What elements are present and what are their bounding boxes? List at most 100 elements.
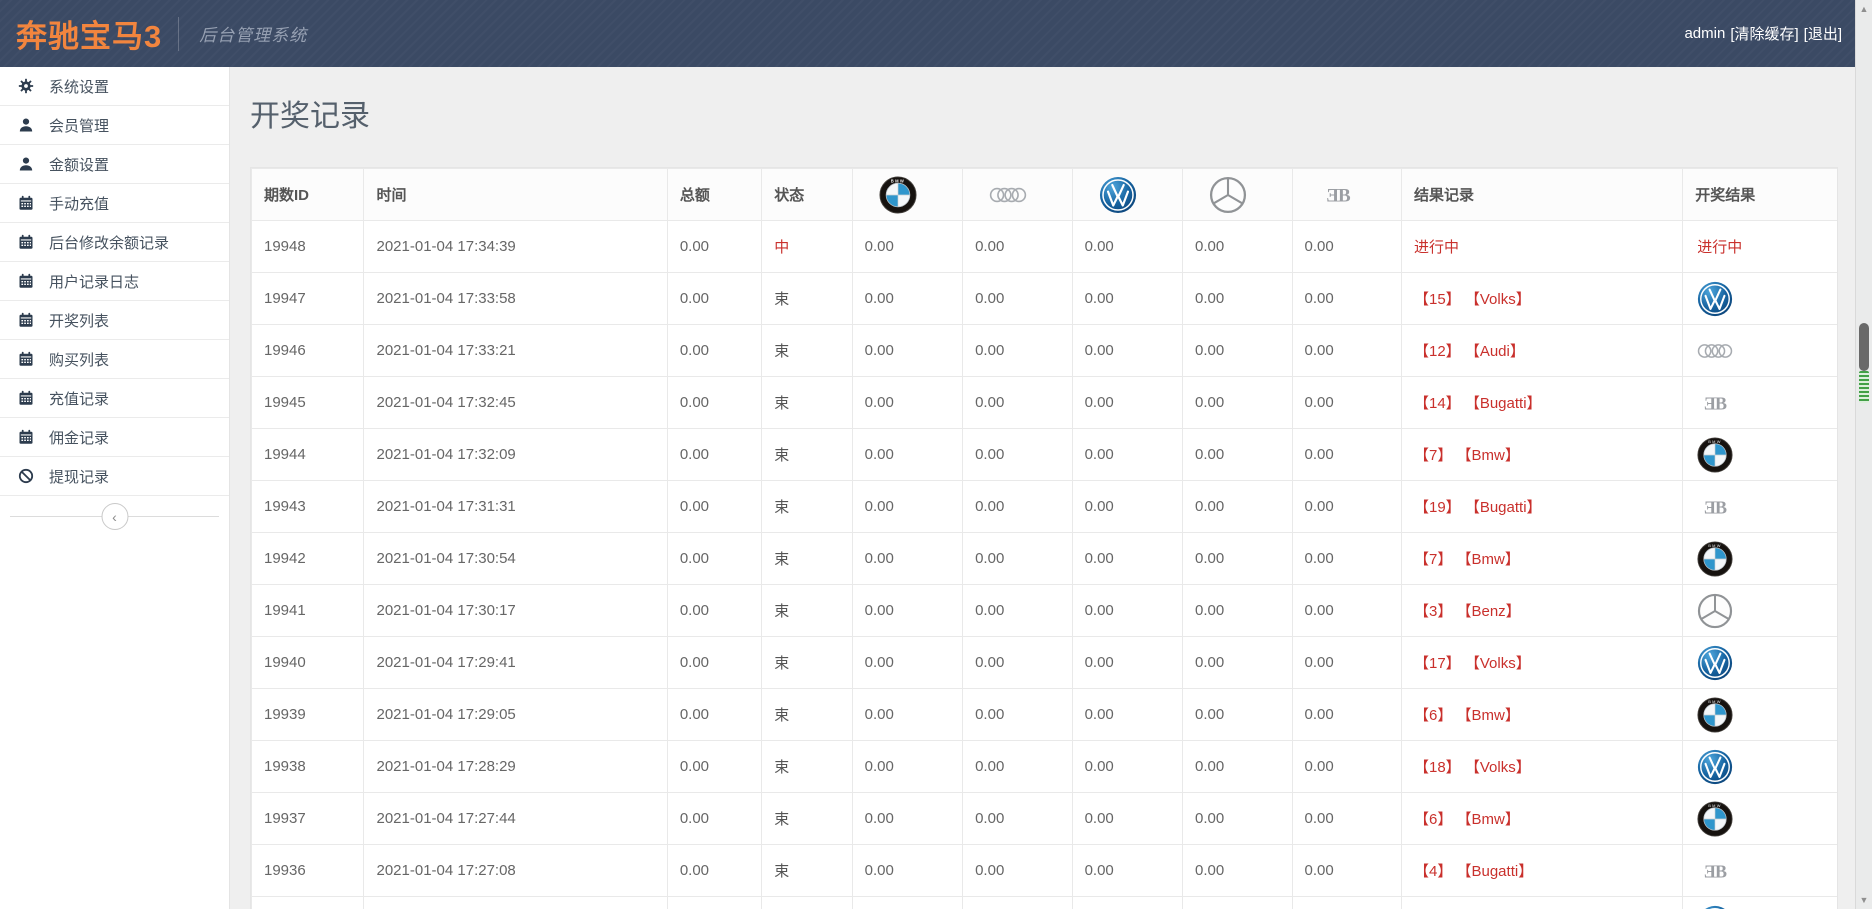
gear-icon	[17, 78, 35, 94]
status-cell: 束	[762, 585, 852, 637]
result-record-cell: 【14】 【Bugatti】	[1401, 377, 1682, 429]
draw-records-table: 期数ID时间总额状态BMWƎB结果记录开奖结果 199482021-01-04 …	[251, 168, 1838, 909]
logo-divider	[178, 17, 179, 51]
column-header: 开奖结果	[1683, 169, 1838, 221]
bet-amount-bugatti-cell: 0.00	[1292, 741, 1401, 793]
period-id-cell: 19943	[252, 481, 364, 533]
calendar-icon	[17, 195, 35, 211]
sidebar-item-label: 开奖列表	[49, 310, 109, 331]
table-row: 199452021-01-04 17:32:450.00束0.000.000.0…	[252, 377, 1839, 429]
period-id-cell: 19945	[252, 377, 364, 429]
calendar-icon	[17, 351, 35, 367]
sidebar-item-withdrawal-records[interactable]: 提现记录	[0, 457, 229, 496]
bet-amount-benz-cell: 0.00	[1183, 273, 1292, 325]
time-cell: 2021-01-04 17:28:29	[364, 741, 667, 793]
svg-text:BMW: BMW	[1708, 699, 1721, 704]
table-row: 199462021-01-04 17:33:210.00束0.000.000.0…	[252, 325, 1839, 377]
sidebar-item-manual-recharge[interactable]: 手动充值	[0, 184, 229, 223]
result-record-cell: 【7】 【Bmw】	[1401, 429, 1682, 481]
bugatti-logo-icon: ƎB	[1319, 176, 1357, 214]
sidebar-item-system-settings[interactable]: 系统设置	[0, 67, 229, 106]
bmw-logo-icon: BMW	[1697, 801, 1733, 837]
result-record-cell: 【19】 【Bugatti】	[1401, 481, 1682, 533]
time-cell: 2021-01-04 17:27:44	[364, 793, 667, 845]
calendar-icon	[17, 429, 35, 445]
sidebar-item-label: 充值记录	[49, 388, 109, 409]
time-cell: 2021-01-04 17:31:31	[364, 481, 667, 533]
total-cell: 0.00	[667, 741, 761, 793]
bet-amount-bugatti-cell: 0.00	[1292, 377, 1401, 429]
column-header: 期数ID	[252, 169, 364, 221]
scrollbar-thumb[interactable]	[1859, 323, 1869, 371]
sidebar-item-commission-records[interactable]: 佣金记录	[0, 418, 229, 457]
total-cell: 0.00	[667, 533, 761, 585]
status-cell: 束	[762, 845, 852, 897]
column-header-bmw: BMW	[852, 169, 962, 221]
bet-amount-bugatti-cell: 0.00	[1292, 845, 1401, 897]
sidebar-item-purchase-list[interactable]: 购买列表	[0, 340, 229, 379]
bet-amount-vw-cell: 0.00	[1072, 585, 1182, 637]
bet-amount-bmw-cell: 0.00	[852, 585, 962, 637]
bmw-logo-icon: BMW	[879, 176, 917, 214]
vw-logo-icon	[1697, 645, 1733, 681]
user-icon	[17, 156, 35, 172]
table-row: 199372021-01-04 17:27:440.00束0.000.000.0…	[252, 793, 1839, 845]
sidebar-item-label: 佣金记录	[49, 427, 109, 448]
draw-result-cell: ƎB	[1683, 377, 1838, 429]
column-header-vw	[1072, 169, 1182, 221]
sidebar-item-label: 购买列表	[49, 349, 109, 370]
sidebar-item-user-log[interactable]: 用户记录日志	[0, 262, 229, 301]
time-cell: 2021-01-04 17:30:54	[364, 533, 667, 585]
total-cell: 0.00	[667, 429, 761, 481]
status-cell: 束	[762, 741, 852, 793]
bet-amount-benz-cell: 0.00	[1183, 533, 1292, 585]
draw-result-cell: BMW	[1683, 793, 1838, 845]
result-record-cell: 进行中	[1401, 221, 1682, 273]
bet-amount-benz-cell: 0.00	[1183, 377, 1292, 429]
vw-logo-icon	[1697, 281, 1733, 317]
scroll-down-arrow-icon[interactable]: ▼	[1856, 895, 1872, 905]
column-header-bugatti: ƎB	[1292, 169, 1401, 221]
bet-amount-audi-cell: 0.00	[963, 793, 1072, 845]
bet-amount-bmw-cell	[852, 897, 962, 909]
bet-amount-audi-cell: 0.00	[963, 637, 1072, 689]
time-cell: 2021-01-04 17:33:21	[364, 325, 667, 377]
sidebar-item-draw-list[interactable]: 开奖列表	[0, 301, 229, 340]
sidebar-item-recharge-records[interactable]: 充值记录	[0, 379, 229, 418]
result-record-cell: 【15】 【Volks】	[1401, 273, 1682, 325]
bet-amount-bugatti-cell: 0.00	[1292, 481, 1401, 533]
scrollbar-green-indicator	[1859, 371, 1869, 403]
bet-amount-bmw-cell: 0.00	[852, 481, 962, 533]
column-header: 结果记录	[1401, 169, 1682, 221]
bet-amount-bmw-cell: 0.00	[852, 741, 962, 793]
bet-amount-vw-cell: 0.00	[1072, 325, 1182, 377]
bet-amount-bmw-cell: 0.00	[852, 689, 962, 741]
draw-result-cell	[1683, 897, 1838, 909]
table-header-row: 期数ID时间总额状态BMWƎB结果记录开奖结果	[252, 169, 1839, 221]
bet-amount-audi-cell: 0.00	[963, 845, 1072, 897]
logout-link[interactable]: [退出]	[1804, 23, 1842, 44]
sidebar-item-backend-balance-log[interactable]: 后台修改余额记录	[0, 223, 229, 262]
bet-amount-vw-cell: 0.00	[1072, 741, 1182, 793]
svg-text:BMW: BMW	[1708, 543, 1721, 548]
svg-text:BMW: BMW	[890, 178, 904, 183]
sidebar-item-member-management[interactable]: 会员管理	[0, 106, 229, 145]
sidebar-item-amount-settings[interactable]: 金额设置	[0, 145, 229, 184]
table-row: 199362021-01-04 17:27:080.00束0.000.000.0…	[252, 845, 1839, 897]
ban-icon	[17, 468, 35, 484]
vw-logo-icon	[1697, 905, 1733, 909]
scroll-up-arrow-icon[interactable]: ▲	[1856, 4, 1872, 14]
table-row: 199432021-01-04 17:31:310.00束0.000.000.0…	[252, 481, 1839, 533]
table-row: 199382021-01-04 17:28:290.00束0.000.000.0…	[252, 741, 1839, 793]
draw-result-cell: 进行中	[1683, 221, 1838, 273]
period-id-cell: 19946	[252, 325, 364, 377]
vertical-scrollbar[interactable]: ▲ ▼	[1855, 0, 1872, 909]
column-header-benz	[1183, 169, 1292, 221]
clear-cache-link[interactable]: [清除缓存]	[1730, 23, 1798, 44]
bet-amount-audi-cell: 0.00	[963, 377, 1072, 429]
benz-logo-icon	[1697, 593, 1733, 629]
sidebar-item-label: 金额设置	[49, 154, 109, 175]
sidebar-collapse-button[interactable]: ‹	[101, 503, 128, 530]
vw-logo-icon	[1697, 749, 1733, 785]
app-logo: 奔驰宝马3	[0, 11, 178, 56]
